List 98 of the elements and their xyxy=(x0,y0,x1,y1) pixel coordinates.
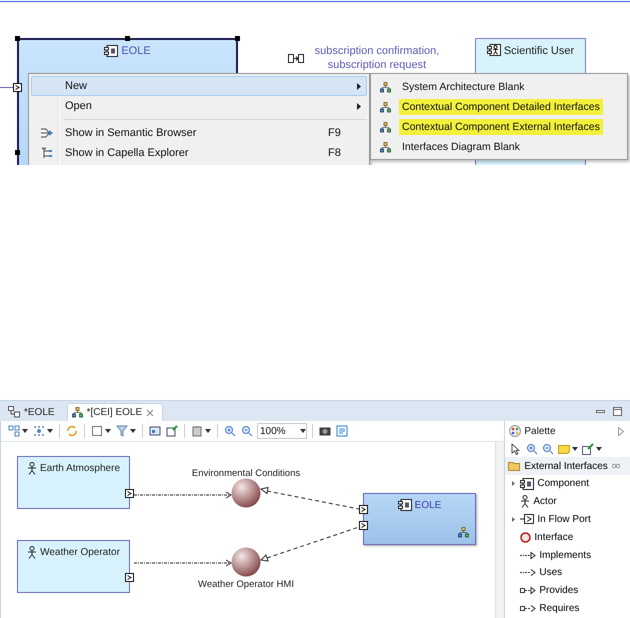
editor-tab[interactable]: *[CEI] EOLE xyxy=(66,403,164,421)
interface-icon xyxy=(520,532,532,543)
caret-icon xyxy=(572,447,578,451)
component-icon xyxy=(104,45,118,57)
diagram-icon xyxy=(380,82,390,92)
menu-item[interactable]: Open xyxy=(31,96,367,116)
exchange-label: subscription confirmation, subscription request xyxy=(314,44,440,72)
component-icon xyxy=(398,499,412,511)
menu-item[interactable]: Interfaces Diagram Blank xyxy=(373,137,625,157)
selection-handle[interactable] xyxy=(124,36,130,41)
diagram-icon xyxy=(380,122,390,132)
arrange-button[interactable] xyxy=(7,424,29,438)
caret-icon xyxy=(130,429,136,433)
palette-item[interactable]: Uses xyxy=(505,564,630,582)
requires-icon xyxy=(520,604,536,613)
palette-item[interactable]: Actor xyxy=(505,492,630,511)
caret-icon xyxy=(596,447,602,451)
select-icon xyxy=(33,425,45,437)
caret-icon xyxy=(47,429,53,433)
node-title: EOLE xyxy=(414,500,442,510)
interface-label: Environmental Conditions xyxy=(192,468,300,479)
port-icon xyxy=(520,514,534,524)
zoom-in-tool[interactable] xyxy=(525,442,540,456)
diagram-button[interactable] xyxy=(148,424,162,438)
provides-icon xyxy=(520,586,536,596)
diagram-icon xyxy=(458,527,469,538)
tree-icon xyxy=(41,147,53,159)
palette-item[interactable]: Component xyxy=(505,475,630,493)
filter-button[interactable] xyxy=(115,424,137,438)
node-title: Weather Operator xyxy=(40,547,120,558)
menu-item[interactable]: Show in Capella Explorer F8 xyxy=(31,143,367,163)
palette-item[interactable]: In Flow Port xyxy=(505,510,630,528)
palette-item[interactable]: Provides xyxy=(505,582,630,600)
port-icon xyxy=(125,573,134,582)
caret-icon xyxy=(205,429,211,433)
zoom-out-tool[interactable] xyxy=(541,442,556,456)
actor-icon xyxy=(486,44,501,57)
palette-title: Palette xyxy=(524,426,557,436)
filter-icon xyxy=(116,425,128,437)
interface-node xyxy=(231,547,261,577)
note-icon xyxy=(558,443,570,455)
layer-button[interactable] xyxy=(90,424,112,438)
exchange-icon xyxy=(288,52,304,64)
palette-item[interactable]: Interface xyxy=(505,528,630,546)
node-title: Earth Atmosphere xyxy=(40,463,120,474)
port-icon xyxy=(125,489,134,498)
palette-drawer[interactable]: External Interfaces xyxy=(505,457,630,475)
palette-item[interactable]: Implements xyxy=(505,546,630,564)
zoom-in-button[interactable] xyxy=(223,424,237,438)
interface-label: Weather Operator HMI xyxy=(198,579,294,590)
menu-item[interactable]: New xyxy=(31,76,367,96)
close-icon[interactable] xyxy=(146,408,154,416)
node-title: EOLE xyxy=(121,45,151,57)
zoom-combo[interactable]: 100% xyxy=(257,423,307,439)
browser-icon xyxy=(40,127,54,139)
node-title: Scientific User xyxy=(504,44,574,56)
scrollbar[interactable] xyxy=(495,442,504,618)
component-icon xyxy=(520,478,534,490)
arrange-icon xyxy=(8,425,20,437)
diagram-icon xyxy=(72,407,83,418)
port-icon xyxy=(359,505,368,514)
palette-item[interactable]: Requires xyxy=(505,600,630,618)
actor-icon xyxy=(26,462,37,475)
actor-icon xyxy=(520,495,530,508)
menu-item[interactable]: System Architecture Blank xyxy=(373,77,625,97)
diagram-icon xyxy=(380,102,390,112)
port-icon xyxy=(359,521,368,530)
interface-node xyxy=(231,478,261,508)
selection-handle[interactable] xyxy=(235,36,240,41)
selection-handle[interactable] xyxy=(15,36,20,41)
palette-icon xyxy=(509,425,522,437)
select-button[interactable] xyxy=(32,424,54,438)
pin-button[interactable] xyxy=(165,424,179,438)
diagram-icon xyxy=(380,142,390,152)
caret-icon xyxy=(105,429,111,433)
editor-tab[interactable]: *EOLE xyxy=(4,403,63,421)
uses-icon xyxy=(520,568,536,578)
note-tool[interactable] xyxy=(557,442,580,456)
folder-icon xyxy=(508,461,522,471)
menu-item[interactable]: Show in Semantic Browser F9 xyxy=(31,123,367,143)
link-tool[interactable] xyxy=(581,442,604,456)
maximize-icon[interactable] xyxy=(613,407,622,416)
actor-icon xyxy=(27,546,38,559)
implements-icon xyxy=(520,550,536,560)
paste-icon xyxy=(191,425,203,437)
caret-icon xyxy=(300,429,306,433)
architecture-icon xyxy=(8,406,20,418)
caret-icon xyxy=(22,429,28,433)
collapse-icon[interactable] xyxy=(618,426,624,436)
expand-icon[interactable] xyxy=(512,481,516,486)
paste-button[interactable] xyxy=(190,424,212,438)
properties-button[interactable] xyxy=(335,424,349,438)
layer-icon xyxy=(91,425,103,437)
selection-handle[interactable] xyxy=(15,150,20,155)
port-icon xyxy=(13,83,22,92)
zoom-out-button[interactable] xyxy=(240,424,254,438)
expand-icon[interactable] xyxy=(512,516,516,522)
link-icon xyxy=(582,443,594,455)
